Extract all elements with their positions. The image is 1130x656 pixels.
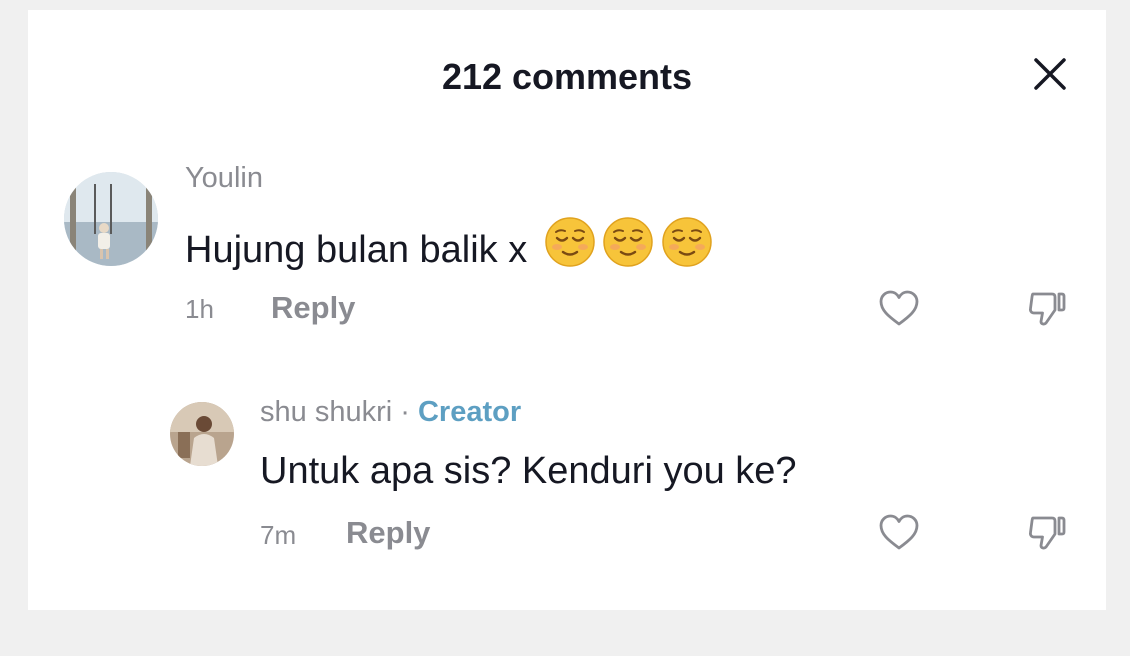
dislike-icon (1024, 510, 1070, 556)
username-separator: · (400, 396, 410, 428)
comment-username[interactable]: Youlin (185, 162, 263, 195)
avatar-youlin[interactable] (64, 172, 158, 266)
reply-username[interactable]: shu shukri (260, 396, 392, 428)
comments-count-title: 212 comments (441, 56, 693, 97)
reply-text: Untuk apa sis? Kenduri you ke? (260, 450, 797, 492)
comments-panel: 212 comments Youlin Hujung bulan balik x (28, 10, 1106, 610)
reply-button[interactable]: Reply (346, 515, 430, 551)
reply-button[interactable]: Reply (271, 290, 355, 326)
relieved-face-emoji (603, 217, 654, 267)
reply-timestamp: 7m (260, 520, 297, 550)
dislike-button[interactable] (1024, 510, 1070, 556)
creator-badge: Creator (417, 396, 522, 428)
comment-timestamp: 1h (185, 294, 214, 324)
like-button[interactable] (876, 510, 922, 556)
dislike-icon (1024, 286, 1070, 332)
emoji-group (544, 216, 712, 278)
like-button[interactable] (876, 286, 922, 332)
dislike-button[interactable] (1024, 286, 1070, 332)
heart-icon (876, 510, 922, 556)
relieved-face-emoji (545, 217, 595, 267)
close-icon (1028, 52, 1072, 96)
relieved-face-emoji (662, 217, 712, 267)
comment-text-content: Hujung bulan balik x (185, 229, 528, 271)
heart-icon (876, 286, 922, 332)
reply-username-line: shu shukri · Creator (260, 396, 521, 429)
close-button[interactable] (1028, 52, 1072, 96)
comment-text: Hujung bulan balik x (185, 216, 712, 278)
avatar-shu-shukri[interactable] (170, 402, 234, 466)
